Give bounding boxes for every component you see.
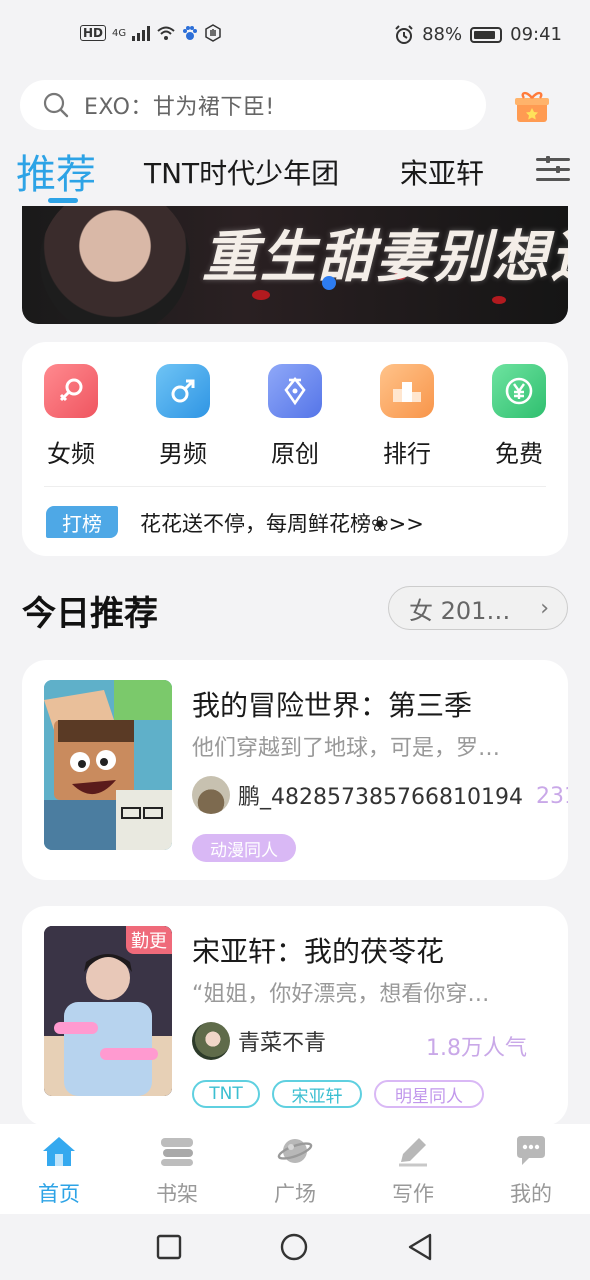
category-tabs: 推荐 TNT时代少年团 宋亚轩 xyxy=(16,140,590,204)
search-placeholder: EXO：甘为裙下臣! xyxy=(84,95,275,120)
nav-write[interactable]: 写作 xyxy=(368,1134,458,1208)
section-title: 今日推荐 xyxy=(22,594,158,634)
category-free[interactable]: 免费 xyxy=(484,364,554,469)
pencil-icon xyxy=(399,1138,427,1167)
tab-song-yaxuan[interactable]: 宋亚轩 xyxy=(400,152,484,192)
banner-petal xyxy=(492,296,506,304)
tag-song-yaxuan[interactable]: 宋亚轩 xyxy=(272,1080,362,1108)
promo-banner[interactable]: 重生甜妻别想逃 xyxy=(22,206,568,324)
male-icon xyxy=(156,364,210,418)
author-name: 鹏_482857385766810194 xyxy=(238,785,523,810)
network-type: 4G xyxy=(112,27,127,39)
category-female[interactable]: 女频 xyxy=(36,364,106,469)
nav-label: 我的 xyxy=(510,1182,552,1206)
gift-icon[interactable] xyxy=(514,90,550,124)
book-card[interactable]: 勤更 宋亚轩：我的茯苓花 “姐姐，你好漂亮，想看你穿… 青菜不青 1.8万人气 … xyxy=(22,906,568,1126)
podium-icon xyxy=(380,364,434,418)
tag-celebrity-fanfic[interactable]: 明星同人 xyxy=(374,1080,484,1108)
nav-square[interactable]: 广场 xyxy=(250,1134,340,1208)
book-cover xyxy=(44,680,172,850)
category-label: 排行 xyxy=(383,440,431,468)
home-icon xyxy=(43,1137,75,1166)
nav-label: 书架 xyxy=(156,1182,198,1206)
tag-tnt[interactable]: TNT xyxy=(192,1080,260,1108)
rank-tag[interactable]: 打榜 xyxy=(46,506,118,538)
tab-menu-icon[interactable] xyxy=(536,156,570,184)
section-filter-button[interactable]: 女 201… › xyxy=(388,586,568,630)
book-cover: 勤更 xyxy=(44,926,172,1096)
nav-label: 写作 xyxy=(392,1182,434,1206)
book-title: 我的冒险世界：第三季 xyxy=(192,689,473,722)
hd-badge: HD xyxy=(80,25,107,41)
wifi-icon xyxy=(157,26,175,40)
book-author[interactable]: 青菜不青 xyxy=(192,1022,326,1060)
book-author[interactable]: 鹏_482857385766810194 xyxy=(192,776,523,814)
category-male[interactable]: 男频 xyxy=(148,364,218,469)
female-icon xyxy=(44,364,98,418)
category-original[interactable]: 原创 xyxy=(260,364,330,469)
status-bar: HD 4G 88% 09:41 xyxy=(0,0,590,72)
nav-bookshelf[interactable]: 书架 xyxy=(132,1134,222,1208)
badge-frequent-update: 勤更 xyxy=(126,926,172,954)
category-label: 女频 xyxy=(47,440,95,468)
book-description: “姐姐，你好漂亮，想看你穿… xyxy=(192,982,490,1007)
nav-label: 广场 xyxy=(274,1182,316,1206)
alarm-icon xyxy=(395,24,413,44)
tab-tnt[interactable]: TNT时代少年团 xyxy=(144,152,339,192)
hand-icon xyxy=(205,24,221,42)
search-icon xyxy=(43,92,69,118)
yen-icon xyxy=(492,364,546,418)
bottom-nav: 首页 书架 广场 写作 我的 xyxy=(0,1124,590,1214)
book-title: 宋亚轩：我的茯苓花 xyxy=(192,935,445,968)
square-icon[interactable] xyxy=(156,1234,182,1260)
banner-portrait xyxy=(40,206,190,324)
battery-percent: 88% xyxy=(422,24,463,45)
nav-label: 首页 xyxy=(38,1182,80,1206)
nav-home[interactable]: 首页 xyxy=(14,1134,104,1208)
battery-icon xyxy=(470,26,503,43)
tab-recommend[interactable]: 推荐 xyxy=(16,142,96,200)
signal-icon xyxy=(132,25,151,41)
nav-mine[interactable]: 我的 xyxy=(486,1134,576,1208)
triangle-back-icon[interactable] xyxy=(406,1233,434,1261)
tag-anime-fanfic[interactable]: 动漫同人 xyxy=(192,834,296,862)
system-navigation-bar xyxy=(0,1214,590,1280)
clock: 09:41 xyxy=(510,24,562,45)
paw-icon xyxy=(183,26,198,40)
popularity: 1.8万人气 xyxy=(426,1036,527,1061)
avatar xyxy=(192,1022,230,1060)
filter-label: 女 201… xyxy=(409,596,511,625)
status-right: 88% 09:41 xyxy=(394,24,562,45)
book-description: 他们穿越到了地球，可是，罗… xyxy=(192,736,501,761)
category-label: 免费 xyxy=(495,440,543,468)
category-ranking[interactable]: 排行 xyxy=(372,364,442,469)
banner-indicator xyxy=(322,276,336,290)
book-card[interactable]: 我的冒险世界：第三季 他们穿越到了地球，可是，罗… 鹏_482857385766… xyxy=(22,660,568,880)
search-bar[interactable]: EXO：甘为裙下臣! xyxy=(20,80,486,130)
rank-link[interactable]: 花花送不停，每周鲜花榜❀>> xyxy=(140,508,424,538)
author-name: 青菜不青 xyxy=(238,1031,327,1056)
category-card: 女频 男频 原创 排行 免费 打榜 花花送不停，每周鲜花榜❀>> xyxy=(22,342,568,556)
bookshelf-icon xyxy=(161,1138,193,1166)
chevron-right-icon: › xyxy=(540,596,549,621)
popularity: 2316 xyxy=(536,784,568,809)
chat-icon xyxy=(517,1136,545,1165)
pen-icon xyxy=(268,364,322,418)
status-left: HD 4G xyxy=(80,24,222,42)
category-label: 原创 xyxy=(271,440,319,468)
circle-icon[interactable] xyxy=(280,1233,308,1261)
banner-title: 重生甜妻别想逃 xyxy=(202,224,568,290)
divider xyxy=(44,486,546,487)
tab-active-indicator xyxy=(48,198,78,203)
category-label: 男频 xyxy=(159,440,207,468)
avatar xyxy=(192,776,230,814)
planet-icon xyxy=(277,1139,313,1163)
